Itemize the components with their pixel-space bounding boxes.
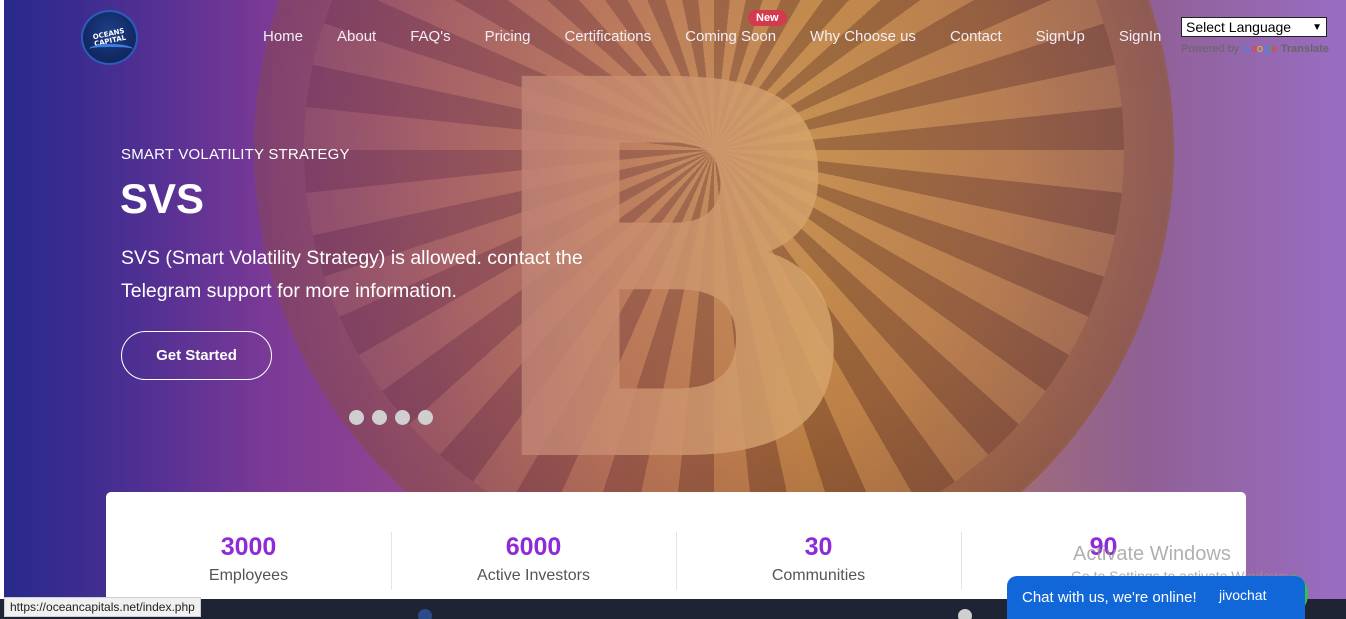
nav-faqs[interactable]: FAQ's [393,28,467,48]
nav-about[interactable]: About [320,28,393,48]
stat-label: Communities [771,567,866,584]
main-nav: Home About FAQ's Pricing Certifications … [246,28,1178,48]
status-bar-url: https://oceancapitals.net/index.php [4,597,201,617]
hero-subtitle: SMART VOLATILITY STRATEGY [121,146,350,163]
slider-dot[interactable] [395,410,410,425]
stat-value: 3000 [220,533,277,561]
stat-label: Employees [208,567,289,584]
chat-label: Chat with us, we're online! [1022,589,1197,606]
stat-communities: 30 Communities [676,492,961,602]
new-badge: New [748,10,787,26]
jivochat-logo: jivochat [1219,587,1267,603]
stat-value: 30 [804,533,833,561]
stat-value: 6000 [505,533,562,561]
chevron-down-icon: ▼ [1312,21,1322,33]
hero-title: SVS [120,175,205,222]
powered-by-label: Powered by [1181,43,1240,55]
slider-dots [349,410,433,425]
nav-coming-soon[interactable]: Coming Soon [668,28,793,48]
slider-dot[interactable] [372,410,387,425]
google-logo: Google [1242,43,1278,55]
nav-signup[interactable]: SignUp [1019,28,1102,48]
logo-wave-icon [89,44,133,54]
stat-label: Active Investors [477,567,590,584]
page: B OCEANS CAPITAL Home About FAQ's Pricin… [0,0,1346,619]
info-icon [958,609,972,619]
site-logo[interactable]: OCEANS CAPITAL [81,10,138,65]
nav-why-choose-us[interactable]: Why Choose us [793,28,933,48]
activate-windows-title: Activate Windows [1073,543,1231,565]
shield-icon [418,609,432,619]
nav-pricing[interactable]: Pricing [468,28,548,48]
hero-description: SVS (Smart Volatility Strategy) is allow… [121,247,583,302]
translate-label: Translate [1280,43,1330,55]
stat-employees: 3000 Employees [106,492,391,602]
language-select-value: Select Language [1186,19,1292,35]
get-started-button[interactable]: Get Started [121,331,272,380]
slider-dot[interactable] [418,410,433,425]
nav-contact[interactable]: Contact [933,28,1019,48]
nav-signin[interactable]: SignIn [1102,28,1179,48]
nav-certifications[interactable]: Certifications [547,28,668,48]
slider-dot[interactable] [349,410,364,425]
powered-by-google-translate: Powered by Google Translate [1181,43,1329,55]
language-select[interactable]: Select Language ▼ [1181,17,1327,37]
chat-widget-button[interactable]: Chat with us, we're online! jivochat [1007,576,1305,619]
stat-active-investors: 6000 Active Investors [391,492,676,602]
nav-home[interactable]: Home [246,28,320,48]
